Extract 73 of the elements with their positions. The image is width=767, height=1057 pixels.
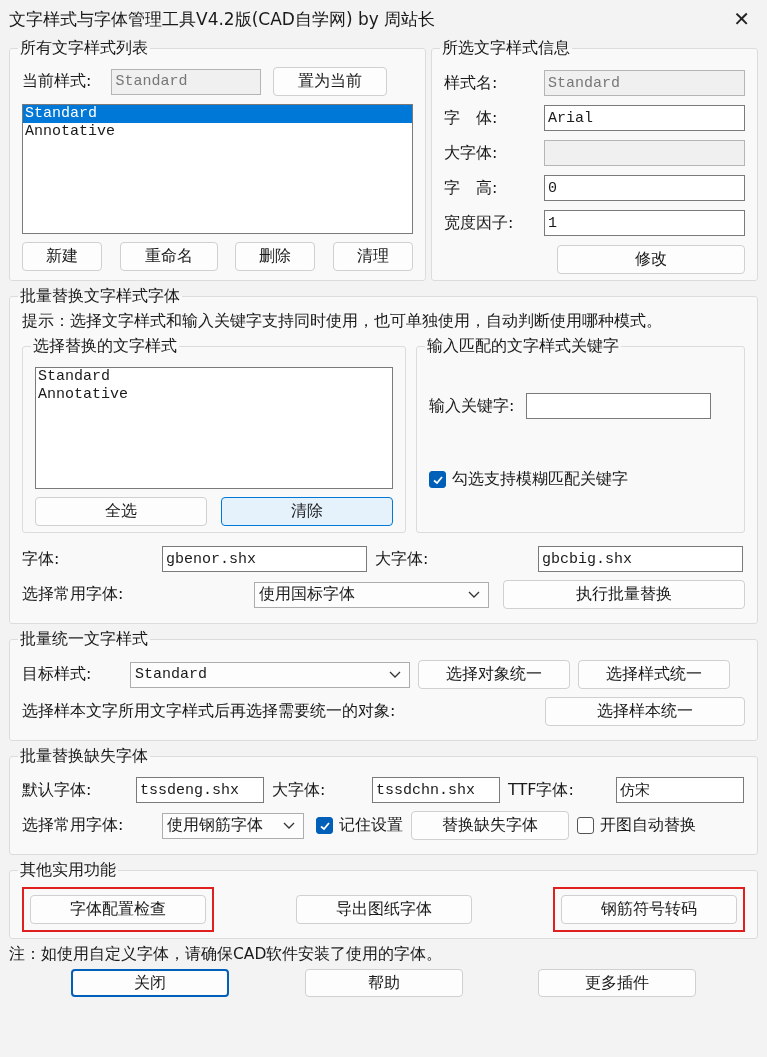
- group-title: 所选文字样式信息: [441, 38, 571, 59]
- checkbox-label: 开图自动替换: [600, 815, 696, 836]
- field-label: 样式名:: [444, 72, 499, 94]
- list-item[interactable]: Annotative: [36, 386, 392, 404]
- field-label: TTF字体:: [508, 779, 575, 801]
- group-title: 其他实用功能: [19, 860, 117, 881]
- field-label: 宽度因子:: [444, 212, 515, 234]
- field-label: 当前样式:: [22, 71, 92, 92]
- checkbox[interactable]: [429, 471, 446, 488]
- input-field[interactable]: Standard: [111, 68, 262, 95]
- modify-button[interactable]: 修改: [557, 245, 745, 274]
- action-button[interactable]: 删除: [235, 242, 316, 271]
- note-text: 注：如使用自定义字体，请确保CAD软件安装了使用的字体。: [9, 944, 444, 965]
- font-dropdown[interactable]: 使用钢筋字体: [162, 812, 304, 839]
- input-field[interactable]: gbcbig.shx: [538, 546, 743, 572]
- footer-button[interactable]: 关闭: [71, 969, 229, 997]
- field-label: 输入关键字:: [429, 395, 515, 417]
- footer-button[interactable]: 帮助: [304, 969, 463, 997]
- input-field[interactable]: 1: [544, 210, 745, 236]
- action-button[interactable]: 重命名: [119, 242, 218, 271]
- list-item[interactable]: Annotative: [23, 123, 412, 141]
- action-button[interactable]: 选择对象统一: [418, 660, 570, 689]
- input-field[interactable]: Arial: [544, 105, 745, 131]
- checkbox-label: 记住设置: [339, 815, 403, 836]
- font-dropdown[interactable]: 使用国标字体: [254, 581, 489, 608]
- chevron-down-icon: [389, 670, 401, 679]
- field-label: 字 体:: [444, 107, 499, 129]
- window-title: 文字样式与字体管理工具V4.2版(CAD自学网) by 周站长: [9, 7, 436, 31]
- tool-button[interactable]: 钢筋符号转码: [561, 895, 737, 924]
- keyword-input-field[interactable]: [526, 393, 712, 419]
- field-label: 大字体:: [272, 779, 327, 801]
- set-current-button[interactable]: 置为当前: [273, 67, 388, 96]
- group-title: 所有文字样式列表: [19, 38, 149, 59]
- chevron-down-icon: [468, 590, 480, 599]
- input-field[interactable]: 0: [544, 175, 745, 201]
- field-label: 大字体:: [444, 142, 499, 164]
- field-label: 字体:: [22, 548, 61, 570]
- field-label: 选择常用字体:: [22, 584, 125, 605]
- close-button[interactable]: ✕: [725, 3, 758, 35]
- style-dropdown[interactable]: Standard: [130, 661, 410, 688]
- group-title: 输入匹配的文字样式关键字: [426, 336, 620, 357]
- field-label: 默认字体:: [22, 779, 93, 801]
- group-title: 批量替换缺失字体: [19, 746, 149, 767]
- instruction-text: 选择样本文字所用文字样式后再选择需要统一的对象:: [22, 701, 396, 722]
- hint-text: 提示：选择文字样式和输入关键字支持同时使用，也可单独使用，自动判断使用哪种模式。: [22, 311, 663, 332]
- tool-button[interactable]: 导出图纸字体: [295, 895, 472, 924]
- field-label: 字 高:: [444, 177, 499, 199]
- input-field[interactable]: 仿宋: [616, 777, 744, 803]
- field-label: 选择常用字体:: [22, 815, 125, 836]
- tool-button[interactable]: 字体配置检查: [30, 895, 206, 924]
- group-title: 批量替换文字样式字体: [19, 286, 181, 307]
- batch-replace-button[interactable]: 执行批量替换: [503, 580, 745, 609]
- action-button[interactable]: 清除: [221, 497, 393, 526]
- footer-button[interactable]: 更多插件: [538, 969, 696, 997]
- input-field[interactable]: tssdeng.shx: [136, 777, 264, 803]
- checkbox[interactable]: [316, 817, 333, 834]
- field-label: 大字体:: [375, 548, 430, 570]
- action-button[interactable]: 选择样式统一: [578, 660, 730, 689]
- chevron-down-icon: [283, 821, 295, 830]
- action-button[interactable]: 清理: [332, 242, 413, 271]
- input-field[interactable]: gbenor.shx: [162, 546, 367, 572]
- action-button[interactable]: 全选: [35, 497, 207, 526]
- checkbox-label: 勾选支持模糊匹配关键字: [452, 469, 628, 490]
- field-label: 目标样式:: [22, 664, 93, 685]
- replace-missing-button[interactable]: 替换缺失字体: [411, 811, 569, 840]
- group-title: 批量统一文字样式: [19, 629, 149, 650]
- checkbox[interactable]: [577, 817, 594, 834]
- list-item[interactable]: Standard: [36, 368, 392, 386]
- sample-unify-button[interactable]: 选择样本统一: [545, 697, 745, 726]
- action-button[interactable]: 新建: [22, 242, 102, 271]
- list-item[interactable]: Standard: [23, 105, 412, 123]
- group-title: 选择替换的文字样式: [32, 336, 178, 357]
- input-field[interactable]: tssdchn.shx: [372, 777, 500, 803]
